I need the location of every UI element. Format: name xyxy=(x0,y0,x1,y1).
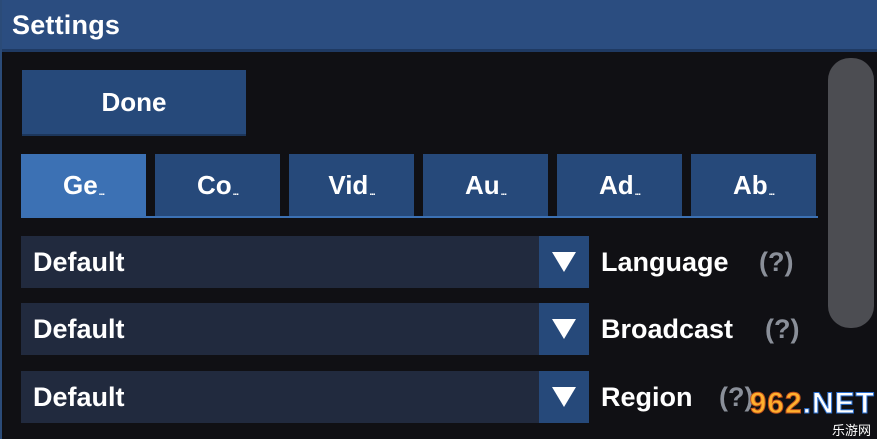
tab-ellipsis: ... xyxy=(768,187,775,198)
tab-ellipsis: ... xyxy=(500,187,507,198)
dropdown-arrow-button[interactable] xyxy=(539,371,589,423)
tab-bar: Ge... Co... Vid... Au... Ad... Ab... xyxy=(21,154,818,218)
region-label: Region xyxy=(601,382,693,412)
tab-underline xyxy=(21,216,818,218)
tab-ellipsis: ... xyxy=(634,187,641,198)
tab-ellipsis: ... xyxy=(98,187,105,198)
dropdown-arrow-button[interactable] xyxy=(539,303,589,355)
dropdown-arrow-button[interactable] xyxy=(539,236,589,288)
tab-advanced[interactable]: Ad... xyxy=(557,154,682,216)
watermark-number: 962 xyxy=(749,387,803,421)
tab-about[interactable]: Ab... xyxy=(691,154,816,216)
scrollbar-thumb[interactable] xyxy=(828,58,874,328)
vertical-scrollbar[interactable] xyxy=(828,55,874,439)
tab-label: Au xyxy=(464,169,500,200)
tab-controls[interactable]: Co... xyxy=(155,154,280,216)
broadcast-help-button[interactable]: (?) xyxy=(765,314,799,345)
language-label: Language xyxy=(601,247,729,277)
setting-row-language: Default Language (?) xyxy=(21,236,811,288)
tab-general[interactable]: Ge... xyxy=(21,154,146,216)
tab-audio[interactable]: Au... xyxy=(423,154,548,216)
title-bar: Settings xyxy=(2,0,877,52)
tab-video[interactable]: Vid... xyxy=(289,154,414,216)
language-help-button[interactable]: (?) xyxy=(759,247,793,278)
tab-ellipsis: ... xyxy=(232,187,239,198)
broadcast-select[interactable]: Default xyxy=(21,303,589,355)
broadcast-label: Broadcast xyxy=(601,314,734,344)
triangle-down-icon xyxy=(552,319,576,339)
triangle-down-icon xyxy=(552,252,576,272)
triangle-down-icon xyxy=(552,387,576,407)
tab-label: Vid xyxy=(328,169,369,200)
region-select-value: Default xyxy=(33,382,125,412)
settings-window: Settings Done Ge... Co... Vid... Au... A… xyxy=(0,0,877,439)
broadcast-select-value: Default xyxy=(33,314,125,344)
settings-content: Done Ge... Co... Vid... Au... Ad... Ab..… xyxy=(4,52,877,439)
setting-row-broadcast: Default Broadcast (?) xyxy=(21,303,811,355)
watermark-main: 962.NET xyxy=(749,387,875,421)
tab-label: Co xyxy=(196,169,232,200)
language-select[interactable]: Default xyxy=(21,236,589,288)
language-select-value: Default xyxy=(33,247,125,277)
tab-label: Ge xyxy=(62,169,98,200)
tab-label: Ab xyxy=(732,169,768,200)
window-title: Settings xyxy=(12,10,121,40)
region-select[interactable]: Default xyxy=(21,371,589,423)
site-watermark-logo: 962.NET 乐游网 xyxy=(715,387,875,439)
done-button[interactable]: Done xyxy=(22,70,246,136)
watermark-suffix: .NET xyxy=(802,387,875,421)
watermark-sub: 乐游网 xyxy=(831,424,871,439)
tab-ellipsis: ... xyxy=(369,187,375,198)
tab-label: Ad xyxy=(598,169,634,200)
setting-row-region: Default Region (?) xyxy=(21,371,811,423)
